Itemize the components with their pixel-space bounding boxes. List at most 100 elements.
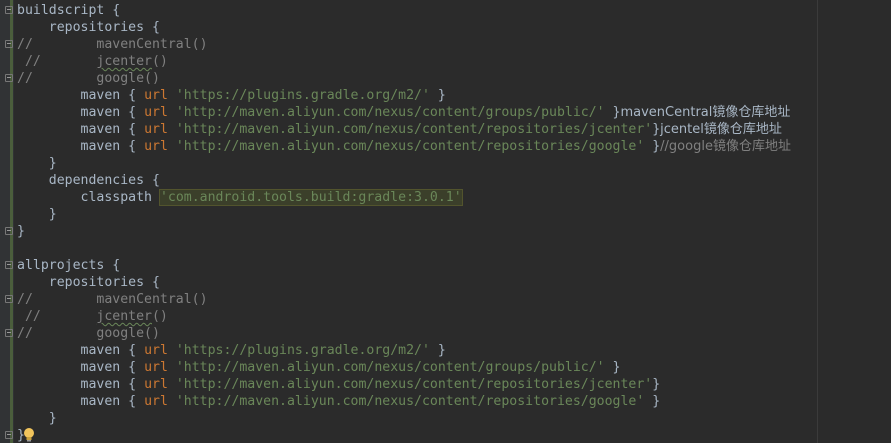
code-line[interactable]: allprojects { bbox=[5, 257, 791, 274]
code-token: url bbox=[144, 105, 168, 120]
code-line[interactable]: dependencies { bbox=[17, 172, 791, 189]
code-token: buildscript { bbox=[17, 3, 121, 18]
right-margin-guide bbox=[817, 0, 818, 443]
code-token: dependencies { bbox=[48, 173, 160, 188]
code-token: () bbox=[151, 54, 168, 69]
code-token: //google镜像仓库地址 bbox=[660, 139, 791, 154]
code-line[interactable]: buildscript { bbox=[5, 2, 791, 19]
code-line[interactable]: maven { url 'http://maven.aliyun.com/nex… bbox=[17, 138, 791, 155]
code-line[interactable]: // jcenter() bbox=[17, 53, 791, 70]
code-line[interactable]: repositories { bbox=[17, 19, 791, 36]
code-area[interactable]: buildscript { repositories {// mavenCent… bbox=[5, 2, 791, 443]
code-line[interactable]: } bbox=[5, 223, 791, 240]
code-token: // bbox=[17, 292, 33, 307]
code-token: } bbox=[48, 411, 57, 426]
code-token: jcenter bbox=[96, 309, 152, 324]
code-token: url bbox=[144, 88, 168, 103]
code-token: } bbox=[429, 343, 446, 358]
code-token: maven { bbox=[80, 139, 145, 154]
code-token: 'com.android.tools.build:gradle:3.0.1' bbox=[158, 189, 463, 206]
code-line[interactable]: maven { url 'https://plugins.gradle.org/… bbox=[17, 87, 791, 104]
code-line[interactable]: // google() bbox=[5, 325, 791, 342]
code-token: // bbox=[17, 326, 33, 341]
code-token: maven { bbox=[80, 394, 145, 409]
code-token: url bbox=[144, 343, 168, 358]
code-line[interactable]: } bbox=[17, 206, 791, 223]
code-token: url bbox=[144, 394, 168, 409]
fold-expand-icon[interactable] bbox=[4, 39, 13, 49]
code-line[interactable]: maven { url 'http://maven.aliyun.com/nex… bbox=[17, 121, 791, 138]
code-token: url bbox=[144, 139, 168, 154]
code-token: 'http://maven.aliyun.com/nexus/content/r… bbox=[175, 377, 653, 392]
fold-expand-icon[interactable] bbox=[4, 5, 13, 15]
code-line[interactable]: maven { url 'http://maven.aliyun.com/nex… bbox=[17, 376, 791, 393]
fold-expand-icon[interactable] bbox=[4, 260, 13, 270]
code-line[interactable]: maven { url 'http://maven.aliyun.com/nex… bbox=[17, 359, 791, 376]
code-token: classpath bbox=[80, 190, 160, 205]
code-line[interactable]: } bbox=[5, 427, 791, 443]
code-token: url bbox=[144, 360, 168, 375]
code-line[interactable] bbox=[17, 240, 791, 257]
code-token: } bbox=[644, 139, 661, 154]
code-editor[interactable]: buildscript { repositories {// mavenCent… bbox=[0, 0, 891, 443]
code-line[interactable]: classpath 'com.android.tools.build:gradl… bbox=[17, 189, 791, 206]
code-line[interactable]: maven { url 'https://plugins.gradle.org/… bbox=[17, 342, 791, 359]
code-line[interactable]: // jcenter() bbox=[17, 308, 791, 325]
code-token: mavenCentral() bbox=[32, 292, 208, 307]
fold-collapse-icon[interactable] bbox=[4, 430, 13, 440]
code-token: } bbox=[429, 88, 446, 103]
lightbulb-icon[interactable] bbox=[22, 427, 36, 443]
code-token: // bbox=[17, 309, 41, 324]
code-line[interactable]: } bbox=[17, 155, 791, 172]
fold-expand-icon[interactable] bbox=[4, 294, 13, 304]
code-token: google() bbox=[32, 71, 160, 86]
code-token: } bbox=[604, 105, 621, 120]
code-token: } bbox=[604, 360, 621, 375]
code-token: jcenter bbox=[96, 54, 152, 69]
code-line[interactable]: repositories { bbox=[17, 274, 791, 291]
code-token: 'http://maven.aliyun.com/nexus/content/r… bbox=[175, 139, 645, 154]
code-token: 'https://plugins.gradle.org/m2/' bbox=[175, 88, 430, 103]
code-token: } bbox=[17, 224, 25, 239]
code-token: mavenCentral() bbox=[32, 37, 208, 52]
vcs-change-marker[interactable] bbox=[10, 0, 13, 443]
code-token: } bbox=[644, 394, 661, 409]
code-token: } bbox=[652, 377, 661, 392]
code-token: maven { bbox=[80, 360, 145, 375]
code-token: } bbox=[652, 122, 661, 137]
code-token: allprojects { bbox=[17, 258, 121, 273]
fold-collapse-icon[interactable] bbox=[4, 73, 13, 83]
code-token: repositories { bbox=[48, 275, 160, 290]
code-line[interactable]: // google() bbox=[5, 70, 791, 87]
code-token: 'http://maven.aliyun.com/nexus/content/r… bbox=[175, 394, 645, 409]
code-line[interactable]: // mavenCentral() bbox=[5, 36, 791, 53]
fold-collapse-icon[interactable] bbox=[4, 226, 13, 236]
code-token: maven { bbox=[80, 88, 145, 103]
code-line[interactable]: // mavenCentral() bbox=[5, 291, 791, 308]
code-line[interactable]: maven { url 'http://maven.aliyun.com/nex… bbox=[17, 104, 791, 121]
code-line[interactable]: } bbox=[17, 410, 791, 427]
code-token: google() bbox=[32, 326, 160, 341]
code-token: // bbox=[17, 37, 33, 52]
fold-collapse-icon[interactable] bbox=[4, 328, 13, 338]
code-line[interactable]: maven { url 'http://maven.aliyun.com/nex… bbox=[17, 393, 791, 410]
code-token: maven { bbox=[80, 105, 145, 120]
code-token: () bbox=[151, 309, 168, 324]
code-token: jcentel镜像仓库地址 bbox=[660, 122, 782, 137]
